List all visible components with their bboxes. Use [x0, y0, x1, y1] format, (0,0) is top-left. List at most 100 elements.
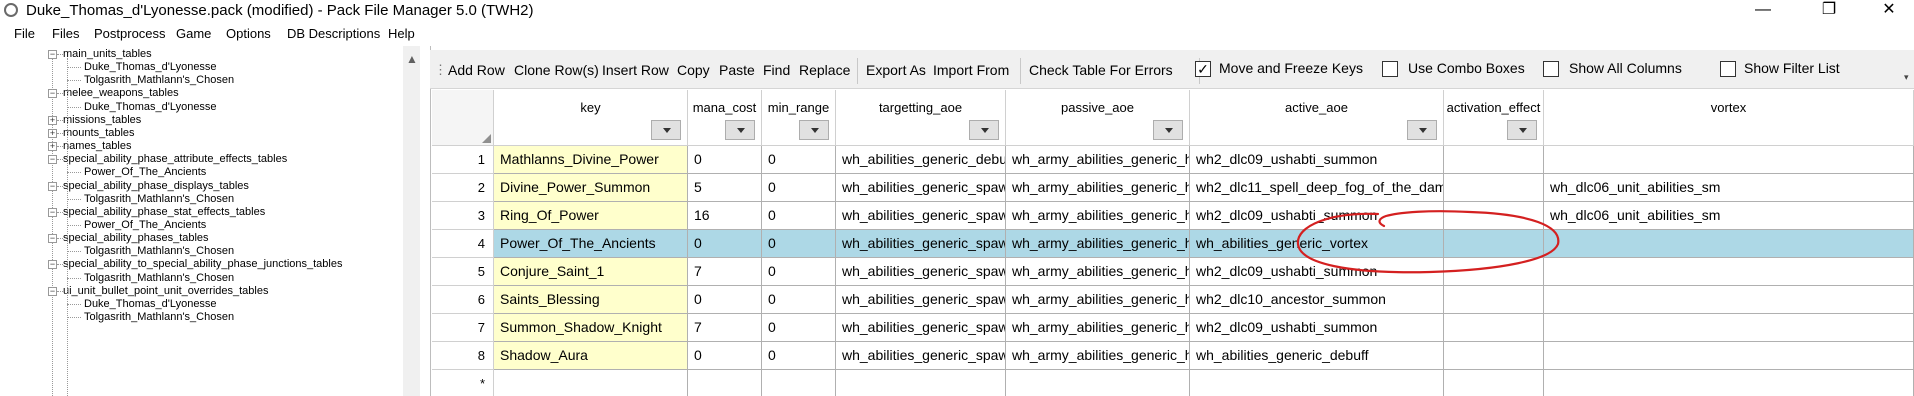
table-cell-activation-effect[interactable]: [1444, 370, 1544, 396]
menu-game[interactable]: Game: [176, 26, 211, 41]
table-cell-active-aoe[interactable]: wh_abilities_generic_debuff: [1190, 342, 1444, 370]
tree-file-item[interactable]: Tolgasrith_Mathlann's_Chosen: [84, 193, 234, 206]
table-cell-min-range[interactable]: 0: [762, 286, 836, 314]
check-table-errors-button[interactable]: Check Table For Errors: [1029, 62, 1173, 78]
row-header[interactable]: 4: [432, 230, 494, 258]
table-cell-vortex[interactable]: [1544, 258, 1914, 286]
table-cell-passive-aoe[interactable]: wh_army_abilities_generic_hex: [1006, 342, 1190, 370]
tree-folder-item[interactable]: special_ability_phases_tables: [63, 232, 209, 245]
paste-button[interactable]: Paste: [719, 62, 755, 78]
table-cell-mana-cost[interactable]: [688, 370, 762, 396]
table-cell-mana-cost[interactable]: 0: [688, 342, 762, 370]
row-header[interactable]: *: [432, 370, 494, 396]
tree-expander-icon[interactable]: −: [48, 207, 57, 217]
table-cell-min-range[interactable]: 0: [762, 202, 836, 230]
row-header[interactable]: 5: [432, 258, 494, 286]
tree-expander-icon[interactable]: −: [48, 155, 57, 165]
tree-file-item[interactable]: Tolgasrith_Mathlann's_Chosen: [84, 245, 234, 258]
table-cell-activation-effect[interactable]: [1444, 146, 1544, 174]
column-header-vortex[interactable]: vortex: [1544, 90, 1914, 146]
table-cell-key[interactable]: Summon_Shadow_Knight: [494, 314, 688, 342]
table-cell-passive-aoe[interactable]: wh_army_abilities_generic_hex: [1006, 258, 1190, 286]
table-cell-passive-aoe[interactable]: wh_army_abilities_generic_hex: [1006, 230, 1190, 258]
table-cell-activation-effect[interactable]: [1444, 286, 1544, 314]
table-cell-vortex[interactable]: [1544, 314, 1914, 342]
table-cell-vortex[interactable]: [1544, 286, 1914, 314]
tree-expander-icon[interactable]: +: [48, 115, 57, 125]
tree-file-item[interactable]: Power_Of_The_Ancients: [84, 166, 206, 179]
table-cell-key[interactable]: Mathlanns_Divine_Power: [494, 146, 688, 174]
tree-folder-item[interactable]: ui_unit_bullet_point_unit_overrides_tabl…: [63, 285, 268, 298]
table-cell-passive-aoe[interactable]: wh_army_abilities_generic_hex: [1006, 286, 1190, 314]
table-cell-mana-cost[interactable]: 7: [688, 258, 762, 286]
table-cell-activation-effect[interactable]: [1444, 342, 1544, 370]
table-cell-activation-effect[interactable]: [1444, 258, 1544, 286]
table-cell-min-range[interactable]: 0: [762, 314, 836, 342]
table-cell-mana-cost[interactable]: 16: [688, 202, 762, 230]
tree-folder-item[interactable]: special_ability_phase_displays_tables: [63, 180, 249, 193]
close-button[interactable]: ✕: [1866, 0, 1912, 22]
replace-button[interactable]: Replace: [799, 62, 850, 78]
table-cell-targetting-aoe[interactable]: wh_abilities_generic_spawn: [836, 174, 1006, 202]
tree-expander-icon[interactable]: −: [48, 260, 57, 270]
table-cell-mana-cost[interactable]: 0: [688, 286, 762, 314]
tree-folder-item[interactable]: mounts_tables: [63, 127, 135, 140]
table-cell-passive-aoe[interactable]: wh_army_abilities_generic_hex: [1006, 202, 1190, 230]
tree-folder-item[interactable]: names_tables: [63, 140, 132, 153]
table-cell-min-range[interactable]: 0: [762, 342, 836, 370]
insert-row-button[interactable]: Insert Row: [602, 62, 669, 78]
table-cell-activation-effect[interactable]: [1444, 230, 1544, 258]
copy-button[interactable]: Copy: [677, 62, 710, 78]
tree-expander-icon[interactable]: −: [48, 50, 57, 59]
table-cell-passive-aoe[interactable]: wh_army_abilities_generic_hex: [1006, 146, 1190, 174]
table-cell-min-range[interactable]: 0: [762, 258, 836, 286]
tree-expander-icon[interactable]: −: [48, 286, 57, 296]
table-cell-targetting-aoe[interactable]: wh_abilities_generic_spawn: [836, 230, 1006, 258]
table-cell-key[interactable]: Conjure_Saint_1: [494, 258, 688, 286]
table-cell-targetting-aoe[interactable]: wh_abilities_generic_spawn: [836, 314, 1006, 342]
row-header[interactable]: 3: [432, 202, 494, 230]
table-cell-min-range[interactable]: 0: [762, 146, 836, 174]
table-cell-targetting-aoe[interactable]: wh_abilities_generic_debuff: [836, 146, 1006, 174]
show-filter-list-checkbox[interactable]: [1720, 61, 1736, 77]
row-header[interactable]: 8: [432, 342, 494, 370]
tree-expander-icon[interactable]: +: [48, 128, 57, 138]
row-header[interactable]: 6: [432, 286, 494, 314]
add-row-button[interactable]: Add Row: [448, 62, 505, 78]
table-cell-key[interactable]: [494, 370, 688, 396]
tree-file-item[interactable]: Duke_Thomas_d'Lyonesse: [84, 61, 217, 74]
find-button[interactable]: Find: [763, 62, 790, 78]
column-filter-dropdown[interactable]: [1407, 120, 1437, 140]
tree-expander-icon[interactable]: +: [48, 142, 57, 152]
table-cell-vortex[interactable]: wh_dlc06_unit_abilities_sm: [1544, 174, 1914, 202]
table-cell-targetting-aoe[interactable]: wh_abilities_generic_spawn: [836, 258, 1006, 286]
row-header[interactable]: 7: [432, 314, 494, 342]
tree-folder-item[interactable]: missions_tables: [63, 114, 141, 127]
tree-file-item[interactable]: Tolgasrith_Mathlann's_Chosen: [84, 74, 234, 87]
table-cell-min-range[interactable]: 0: [762, 174, 836, 202]
table-cell-passive-aoe[interactable]: wh_army_abilities_generic_hex: [1006, 314, 1190, 342]
tree-folder-item[interactable]: main_units_tables: [63, 48, 152, 61]
import-from-button[interactable]: Import From: [933, 62, 1009, 78]
table-cell-active-aoe[interactable]: wh2_dlc10_ancestor_summon: [1190, 286, 1444, 314]
table-cell-active-aoe[interactable]: wh_abilities_generic_vortex: [1190, 230, 1444, 258]
tree-file-item[interactable]: Power_Of_The_Ancients: [84, 219, 206, 232]
tree-expander-icon[interactable]: −: [48, 181, 57, 191]
move-freeze-keys-checkbox[interactable]: ✓: [1195, 61, 1211, 77]
tree-file-item[interactable]: Tolgasrith_Mathlann's_Chosen: [84, 272, 234, 285]
menu-file[interactable]: File: [14, 26, 35, 41]
tree-scrollbar[interactable]: ▲: [403, 46, 420, 396]
column-header-active-aoe[interactable]: active_aoe: [1190, 90, 1444, 146]
menu-postprocess[interactable]: Postprocess: [94, 26, 166, 41]
table-cell-activation-effect[interactable]: [1444, 202, 1544, 230]
table-cell-activation-effect[interactable]: [1444, 314, 1544, 342]
table-cell-vortex[interactable]: [1544, 370, 1914, 396]
table-cell-mana-cost[interactable]: 5: [688, 174, 762, 202]
table-cell-active-aoe[interactable]: wh2_dlc09_ushabti_summon: [1190, 202, 1444, 230]
row-header[interactable]: 2: [432, 174, 494, 202]
maximize-button[interactable]: ❐: [1806, 0, 1852, 22]
tree-expander-icon[interactable]: −: [48, 89, 57, 99]
menu-help[interactable]: Help: [388, 26, 415, 41]
table-cell-mana-cost[interactable]: 0: [688, 146, 762, 174]
table-cell-key[interactable]: Divine_Power_Summon: [494, 174, 688, 202]
